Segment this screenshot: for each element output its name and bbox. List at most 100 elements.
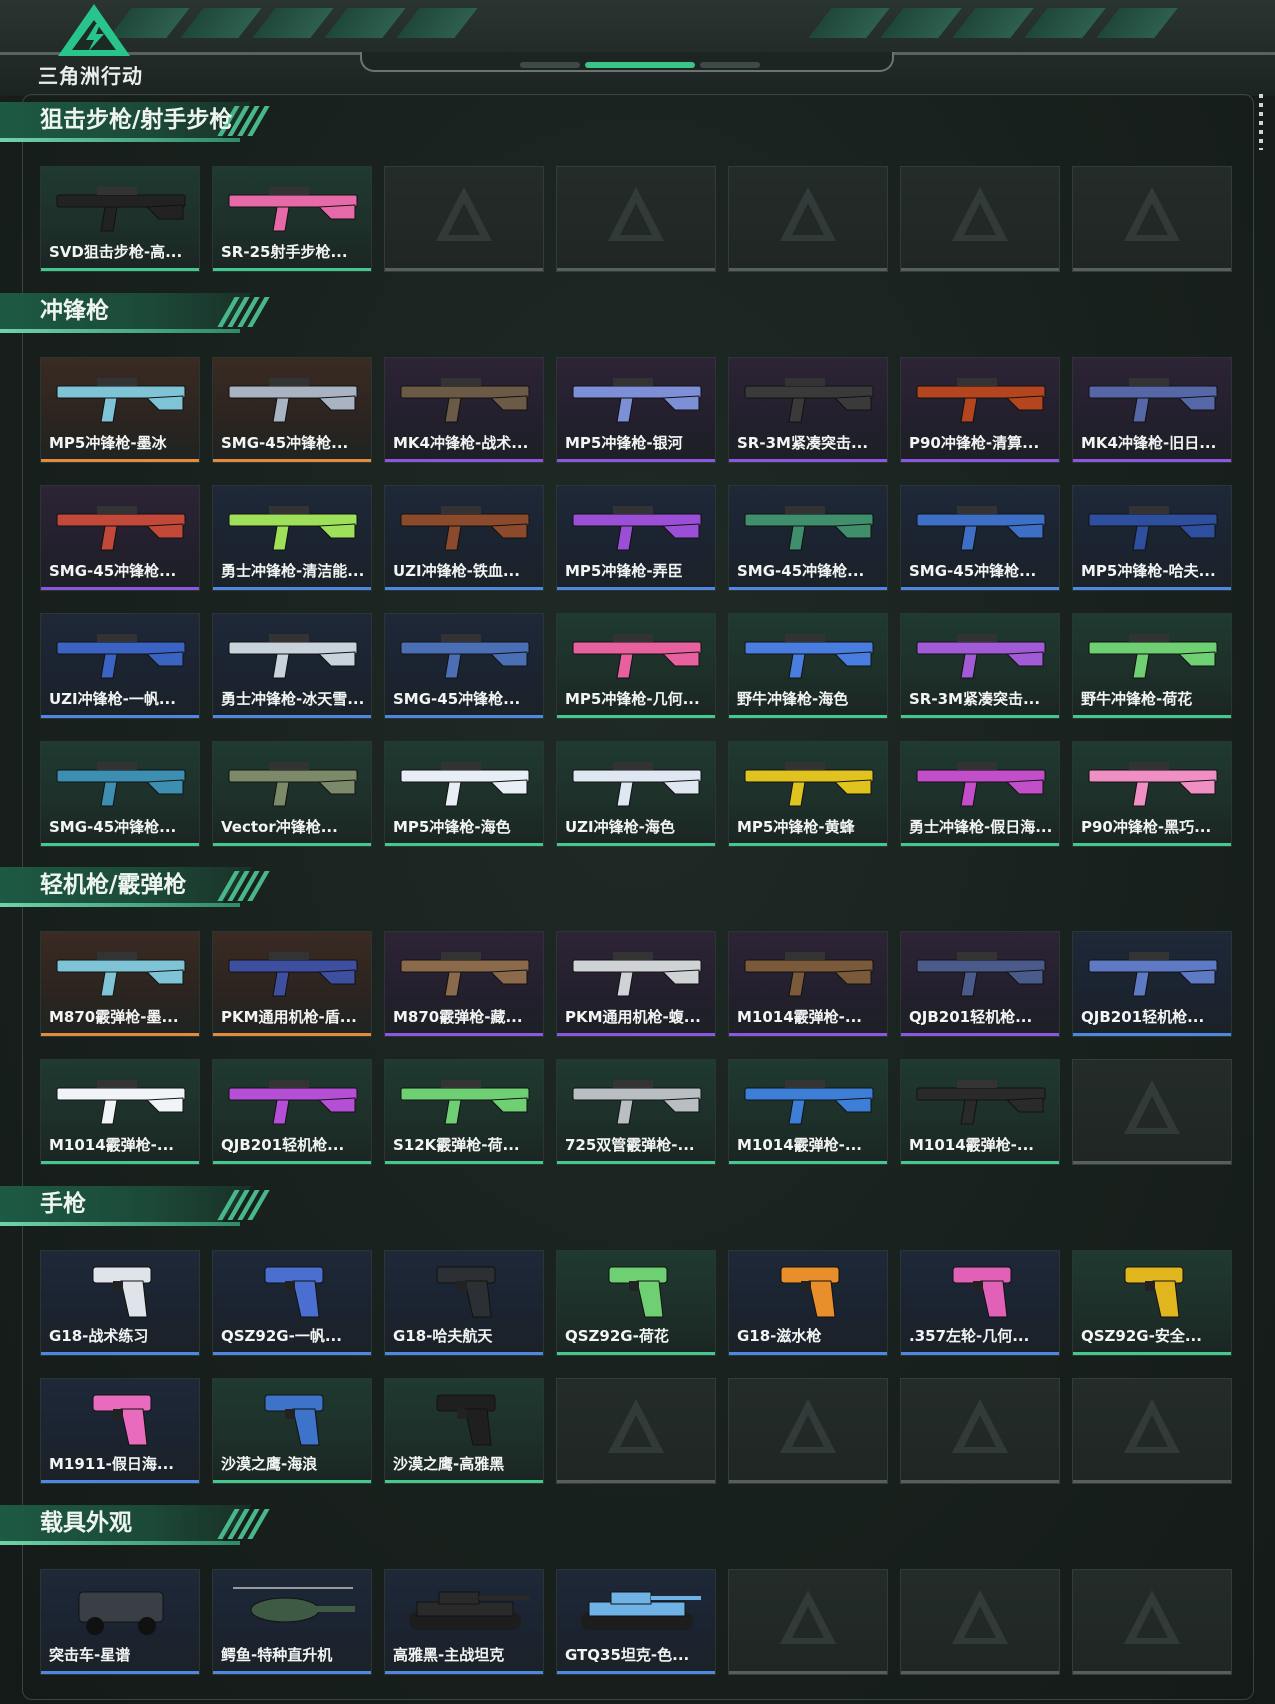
item-card[interactable]: G18-哈夫航天	[384, 1250, 544, 1356]
item-card[interactable]: 高雅黑-主战坦克	[384, 1569, 544, 1675]
item-card[interactable]: MP5冲锋枪-几何...	[556, 613, 716, 719]
item-card[interactable]: SR-3M紧凑突击...	[728, 357, 888, 463]
item-card[interactable]: Vector冲锋枪...	[212, 741, 372, 847]
item-card[interactable]: P90冲锋枪-黑巧...	[1072, 741, 1232, 847]
rarity-bar	[557, 1161, 715, 1164]
item-card[interactable]: M1014霰弹枪-...	[40, 1059, 200, 1165]
item-card[interactable]: 勇士冲锋枪-假日海...	[900, 741, 1060, 847]
item-label: MP5冲锋枪-几何...	[565, 690, 700, 708]
item-card[interactable]: SVD狙击步枪-高...	[40, 166, 200, 272]
item-card[interactable]: QSZ92G-一帆...	[212, 1250, 372, 1356]
item-card[interactable]: SMG-45冲锋枪...	[40, 741, 200, 847]
page-indicator[interactable]	[700, 62, 760, 68]
rarity-bar	[41, 1161, 199, 1164]
section-title: 载具外观	[40, 1510, 132, 1536]
item-label: SMG-45冲锋枪...	[909, 562, 1037, 580]
item-card[interactable]: M1911-假日海...	[40, 1378, 200, 1484]
item-card[interactable]: SMG-45冲锋枪...	[384, 613, 544, 719]
item-card[interactable]: S12K霰弹枪-荷...	[384, 1059, 544, 1165]
rarity-bar	[213, 459, 371, 462]
item-card[interactable]: 勇士冲锋枪-冰天雪...	[212, 613, 372, 719]
item-card[interactable]: UZI冲锋枪-铁血...	[384, 485, 544, 591]
item-card[interactable]: MP5冲锋枪-银河	[556, 357, 716, 463]
section-header: 手枪	[0, 1186, 280, 1226]
smg-icon	[228, 762, 358, 807]
item-card[interactable]: G18-滋水枪	[728, 1250, 888, 1356]
item-card[interactable]: P90冲锋枪-清算...	[900, 357, 1060, 463]
item-card[interactable]: GTQ35坦克-色...	[556, 1569, 716, 1675]
item-card[interactable]: M1014霰弹枪-...	[728, 1059, 888, 1165]
game-logo-text: 三角洲行动	[38, 64, 143, 88]
pistol-icon	[1124, 1266, 1184, 1318]
item-label: SMG-45冲锋枪...	[221, 434, 349, 452]
item-card[interactable]: PKM通用机枪-盾...	[212, 931, 372, 1037]
item-label: 沙漠之鹰-高雅黑	[393, 1455, 505, 1473]
rarity-bar	[213, 268, 371, 271]
smg-icon	[1088, 634, 1218, 679]
page-indicator[interactable]	[520, 62, 580, 68]
item-card[interactable]: 野牛冲锋枪-荷花	[1072, 613, 1232, 719]
item-card[interactable]: SMG-45冲锋枪...	[212, 357, 372, 463]
item-card[interactable]: MP5冲锋枪-弄臣	[556, 485, 716, 591]
smg-icon	[916, 634, 1046, 679]
item-card[interactable]: G18-战术练习	[40, 1250, 200, 1356]
item-card[interactable]: M1014霰弹枪-...	[900, 1059, 1060, 1165]
item-label: MP5冲锋枪-海色	[393, 818, 511, 836]
item-card[interactable]: SR-3M紧凑突击...	[900, 613, 1060, 719]
item-card[interactable]: 沙漠之鹰-高雅黑	[384, 1378, 544, 1484]
item-card[interactable]: M1014霰弹枪-...	[728, 931, 888, 1037]
item-card[interactable]: SMG-45冲锋枪...	[900, 485, 1060, 591]
item-card[interactable]: MP5冲锋枪-哈夫...	[1072, 485, 1232, 591]
item-card[interactable]: UZI冲锋枪-一帆...	[40, 613, 200, 719]
pistol-icon	[780, 1266, 840, 1318]
rarity-bar	[1073, 715, 1231, 718]
smg-icon	[56, 762, 186, 807]
smg-icon	[744, 378, 874, 423]
empty-slot	[728, 1569, 888, 1675]
item-card[interactable]: SMG-45冲锋枪...	[40, 485, 200, 591]
item-card[interactable]: MK4冲锋枪-战术...	[384, 357, 544, 463]
item-label: QJB201轻机枪...	[1081, 1008, 1205, 1026]
item-card[interactable]: UZI冲锋枪-海色	[556, 741, 716, 847]
rarity-bar	[557, 1352, 715, 1355]
rarity-bar	[41, 1033, 199, 1036]
rarity-bar	[385, 1352, 543, 1355]
item-card[interactable]: 725双管霰弹枪-...	[556, 1059, 716, 1165]
scrollbar-handle[interactable]	[1259, 94, 1263, 150]
item-card[interactable]: MP5冲锋枪-墨冰	[40, 357, 200, 463]
item-label: MP5冲锋枪-弄臣	[565, 562, 683, 580]
lmg-icon	[228, 1080, 358, 1125]
pistol-icon	[264, 1266, 324, 1318]
item-card[interactable]: QJB201轻机枪...	[900, 931, 1060, 1037]
item-card[interactable]: SMG-45冲锋枪...	[728, 485, 888, 591]
item-card[interactable]: M870霰弹枪-墨...	[40, 931, 200, 1037]
item-card[interactable]: SR-25射手步枪...	[212, 166, 372, 272]
item-card[interactable]: 突击车-星谱	[40, 1569, 200, 1675]
smg-icon	[744, 634, 874, 679]
item-card[interactable]: QJB201轻机枪...	[1072, 931, 1232, 1037]
smg-icon	[572, 378, 702, 423]
empty-slot	[1072, 166, 1232, 272]
item-card[interactable]: QJB201轻机枪...	[212, 1059, 372, 1165]
item-card[interactable]: PKM通用机枪-蝮...	[556, 931, 716, 1037]
page-indicator-active[interactable]	[585, 62, 695, 68]
pistol-icon	[92, 1266, 152, 1318]
rarity-bar	[729, 1161, 887, 1164]
item-card[interactable]: .357左轮-几何...	[900, 1250, 1060, 1356]
item-card[interactable]: 鳄鱼-特种直升机	[212, 1569, 372, 1675]
item-label: 725双管霰弹枪-...	[565, 1136, 695, 1154]
item-card[interactable]: QSZ92G-荷花	[556, 1250, 716, 1356]
item-card[interactable]: MP5冲锋枪-海色	[384, 741, 544, 847]
item-card[interactable]: 勇士冲锋枪-清洁能...	[212, 485, 372, 591]
item-card[interactable]: M870霰弹枪-藏...	[384, 931, 544, 1037]
item-card[interactable]: 沙漠之鹰-海浪	[212, 1378, 372, 1484]
item-card[interactable]: QSZ92G-安全...	[1072, 1250, 1232, 1356]
rarity-bar	[41, 587, 199, 590]
item-card[interactable]: MP5冲锋枪-黄蜂	[728, 741, 888, 847]
section-title: 轻机枪/霰弹枪	[40, 872, 187, 898]
marksman-rifle-icon	[228, 187, 358, 232]
item-label: UZI冲锋枪-铁血...	[393, 562, 520, 580]
item-card[interactable]: MK4冲锋枪-旧日...	[1072, 357, 1232, 463]
item-card[interactable]: 野牛冲锋枪-海色	[728, 613, 888, 719]
empty-slot	[1072, 1378, 1232, 1484]
